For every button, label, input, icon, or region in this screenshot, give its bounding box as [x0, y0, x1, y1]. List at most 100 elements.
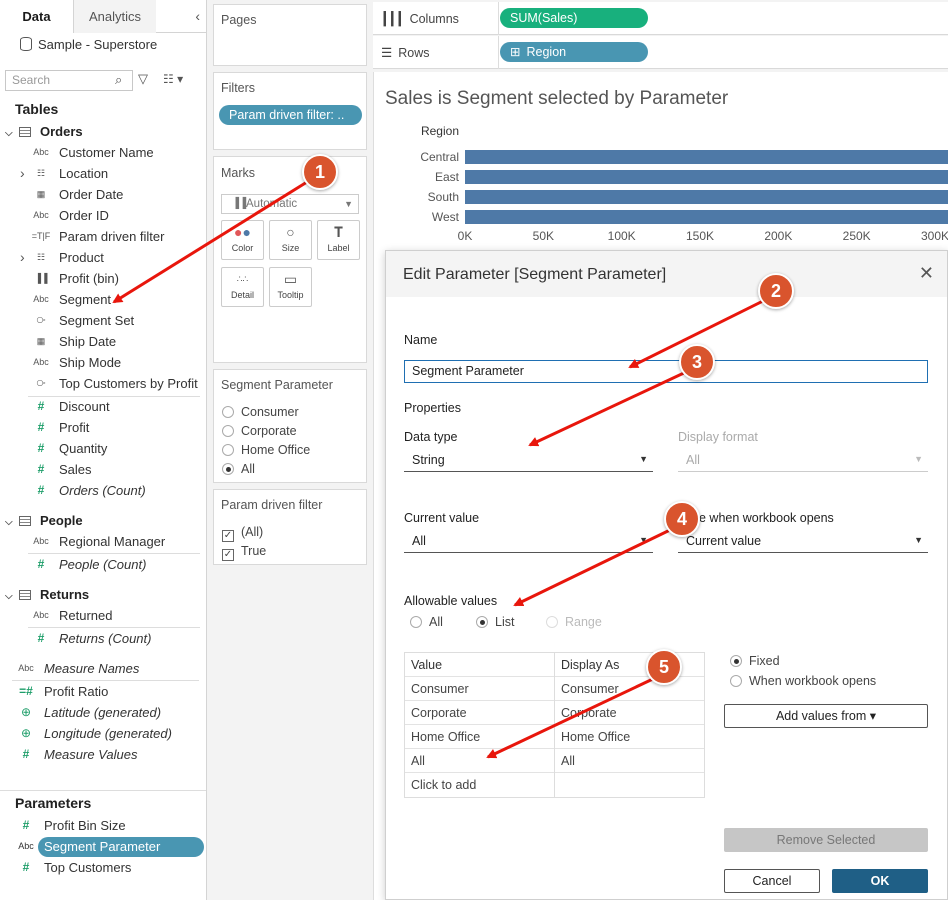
- view-options-icon[interactable]: ☷ ▾: [163, 72, 183, 86]
- label-button[interactable]: 𝐓 Label: [317, 220, 360, 260]
- field-item[interactable]: # Measure Values: [0, 744, 206, 765]
- add-values-from-button[interactable]: Add values from ▾: [724, 704, 928, 728]
- pages-card[interactable]: Pages: [213, 4, 367, 66]
- field-item[interactable]: ⊕ Latitude (generated): [0, 702, 206, 723]
- rows-shelf[interactable]: ☰ Rows ⊞ Region: [373, 36, 948, 69]
- cancel-button[interactable]: Cancel: [724, 869, 820, 893]
- table-returns[interactable]: ⌵ Returns: [5, 587, 89, 602]
- table-cell[interactable]: Consumer: [405, 677, 555, 701]
- table-people[interactable]: ⌵ People: [5, 513, 83, 528]
- when-workbook-opens-radio[interactable]: When workbook opens: [730, 672, 876, 691]
- color-button[interactable]: ●● Color: [221, 220, 264, 260]
- ok-button[interactable]: OK: [832, 869, 928, 893]
- field-item[interactable]: ⧂ Top Customers by Profit: [0, 373, 206, 394]
- datasource-item[interactable]: Sample - Superstore: [20, 37, 157, 52]
- current-value-select[interactable]: All ▼: [404, 529, 653, 553]
- chevron-down-icon[interactable]: ⌵: [5, 128, 13, 139]
- columns-shelf[interactable]: ┃┃┃ Columns SUM(Sales): [373, 2, 948, 35]
- radio-icon: [546, 616, 558, 628]
- field-item[interactable]: # Profit: [0, 417, 206, 438]
- mark-type-select[interactable]: ▐▐ Automatic ▼: [221, 194, 359, 214]
- collapse-pane-icon[interactable]: ‹: [195, 8, 200, 24]
- field-item[interactable]: =# Profit Ratio: [0, 681, 206, 702]
- field-item[interactable]: Abc Segment Parameter: [0, 836, 206, 857]
- table-cell[interactable]: Click to add: [405, 773, 555, 797]
- field-item[interactable]: ⊕ Longitude (generated): [0, 723, 206, 744]
- field-item[interactable]: # Top Customers: [0, 857, 206, 878]
- param-option-corporate[interactable]: Corporate: [222, 422, 297, 441]
- table-cell[interactable]: All: [555, 749, 705, 773]
- chevron-right-icon[interactable]: ›: [20, 163, 25, 184]
- param-option-all[interactable]: All: [222, 460, 255, 479]
- field-item[interactable]: # Returns (Count): [0, 628, 206, 649]
- data-type-select[interactable]: String ▼: [404, 448, 653, 472]
- filter-icon[interactable]: ▽: [138, 71, 148, 87]
- chevron-right-icon[interactable]: ›: [20, 247, 25, 268]
- allowable-all-radio[interactable]: All: [410, 613, 443, 632]
- allowable-list-radio[interactable]: List: [476, 613, 514, 632]
- tooltip-button[interactable]: ▭ Tooltip: [269, 267, 312, 307]
- table-orders[interactable]: ⌵ Orders: [5, 124, 83, 139]
- field-item[interactable]: › ☷ Location: [0, 163, 206, 184]
- filter-option-all[interactable]: ✓ (All): [222, 523, 263, 542]
- field-item[interactable]: Abc Segment: [0, 289, 206, 310]
- globe-icon: ⊕: [20, 726, 32, 740]
- field-item[interactable]: Abc Customer Name: [0, 142, 206, 163]
- field-item[interactable]: › ☷ Product: [0, 247, 206, 268]
- table-cell[interactable]: Consumer: [555, 677, 705, 701]
- column-header: Display As: [561, 658, 620, 672]
- param-option-consumer[interactable]: Consumer: [222, 403, 299, 422]
- remove-selected-button[interactable]: Remove Selected: [724, 828, 928, 852]
- field-name: Top Customers: [44, 860, 132, 875]
- table-row[interactable]: Corporate Corporate: [405, 701, 704, 725]
- table-cell[interactable]: Corporate: [405, 701, 555, 725]
- field-item[interactable]: Abc Order ID: [0, 205, 206, 226]
- field-item[interactable]: Abc Returned: [0, 605, 206, 626]
- field-item[interactable]: ⧂ Segment Set: [0, 310, 206, 331]
- tab-analytics[interactable]: Analytics: [74, 0, 156, 33]
- fixed-radio[interactable]: Fixed: [730, 652, 780, 671]
- table-row[interactable]: Home Office Home Office: [405, 725, 704, 749]
- chevron-down-icon[interactable]: ⌵: [5, 517, 13, 528]
- field-item[interactable]: Abc Ship Mode: [0, 352, 206, 373]
- search-icon[interactable]: ⌕: [115, 72, 122, 88]
- field-item[interactable]: ▦ Ship Date: [0, 331, 206, 352]
- chevron-down-icon[interactable]: ⌵: [5, 591, 13, 602]
- table-row[interactable]: All All: [405, 749, 704, 773]
- field-item[interactable]: ▦ Order Date: [0, 184, 206, 205]
- detail-button[interactable]: ∴∴ Detail: [221, 267, 264, 307]
- table-cell[interactable]: Corporate: [555, 701, 705, 725]
- field-item[interactable]: # Sales: [0, 459, 206, 480]
- table-cell[interactable]: Home Office: [555, 725, 705, 749]
- option-label: True: [241, 544, 267, 558]
- param-option-home-office[interactable]: Home Office: [222, 441, 310, 460]
- display-format-select[interactable]: All ▼: [678, 448, 928, 472]
- field-item[interactable]: # Orders (Count): [0, 480, 206, 501]
- tab-data[interactable]: Data: [0, 0, 74, 33]
- field-item[interactable]: =T|F Param driven filter: [0, 226, 206, 247]
- field-name: Order Date: [59, 187, 124, 202]
- field-item[interactable]: # People (Count): [0, 554, 206, 575]
- close-icon[interactable]: ✕: [919, 263, 934, 284]
- rows-pill[interactable]: ⊞ Region: [500, 42, 648, 62]
- table-cell[interactable]: All: [405, 749, 555, 773]
- table-row[interactable]: Click to add: [405, 773, 704, 797]
- table-cell[interactable]: [555, 773, 705, 797]
- field-item[interactable]: # Profit Bin Size: [0, 815, 206, 836]
- name-field[interactable]: Segment Parameter: [404, 360, 928, 383]
- filter-control-title: Param driven filter: [221, 498, 323, 512]
- field-item[interactable]: ▐▐ Profit (bin): [0, 268, 206, 289]
- search-input[interactable]: Search: [5, 70, 133, 91]
- size-button[interactable]: ○ Size: [269, 220, 312, 260]
- columns-pill[interactable]: SUM(Sales): [500, 8, 648, 28]
- filters-card[interactable]: Filters Param driven filter: ..: [213, 72, 367, 150]
- workbook-opens-select[interactable]: Current value ▼: [678, 529, 928, 553]
- filter-pill[interactable]: Param driven filter: ..: [219, 105, 362, 125]
- field-item[interactable]: # Quantity: [0, 438, 206, 459]
- filter-option-true[interactable]: ✓ True: [222, 542, 266, 561]
- table-cell[interactable]: Home Office: [405, 725, 555, 749]
- field-item[interactable]: Abc Measure Names: [0, 658, 206, 679]
- field-item[interactable]: # Discount: [0, 396, 206, 417]
- field-item[interactable]: Abc Regional Manager: [0, 531, 206, 552]
- allowable-range-radio[interactable]: Range: [546, 613, 602, 632]
